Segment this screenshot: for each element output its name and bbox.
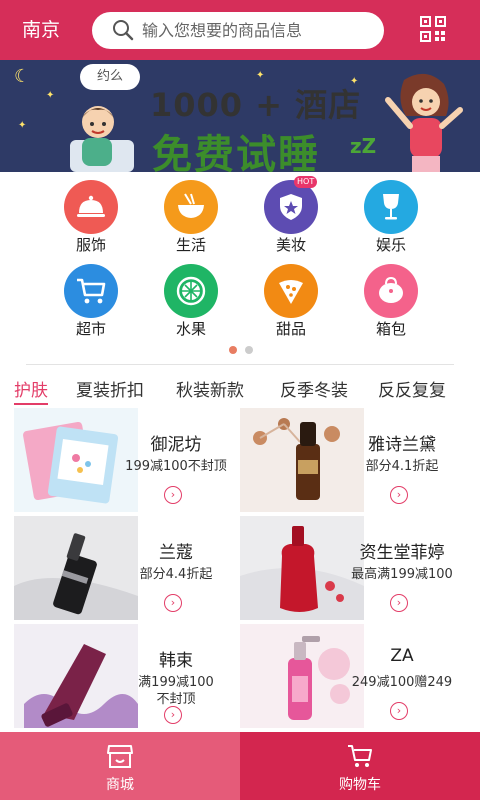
category-label: 娱乐: [375, 236, 406, 254]
category-icon-bg: [64, 264, 118, 318]
category-item-dessert[interactable]: 甜品: [246, 260, 336, 340]
star-icon: ✦: [18, 120, 27, 131]
cart-icon: [348, 745, 372, 767]
speech-bubble: 约么: [80, 64, 140, 90]
category-label: 超市: [75, 320, 106, 338]
category-icon-bg: [264, 180, 318, 234]
chevron-right-icon[interactable]: ›: [164, 486, 182, 504]
category-icon-bg: [64, 180, 118, 234]
chevron-right-icon[interactable]: ›: [164, 706, 182, 724]
category-icon-bg: [164, 264, 218, 318]
star-icon: ✦: [46, 90, 55, 101]
moon-icon: ☾: [14, 66, 31, 87]
tab-summer-discount[interactable]: 夏装折扣: [76, 376, 144, 401]
product-card[interactable]: 韩束 满199减100 不封顶 ›: [14, 624, 238, 728]
category-label: 服饰: [75, 236, 106, 254]
product-brand: 兰蔻: [159, 543, 193, 563]
section-divider: [26, 364, 454, 365]
product-card[interactable]: 资生堂菲婷 最高满199减100 ›: [240, 516, 464, 620]
category-item-entertainment[interactable]: 娱乐: [346, 176, 436, 256]
boy-illustration: [70, 106, 134, 172]
nav-cart[interactable]: 购物车: [240, 732, 480, 800]
sleep-zz-text: zZ: [350, 134, 377, 158]
product-promo: 199减100不封顶: [125, 459, 227, 474]
chevron-right-icon[interactable]: ›: [390, 486, 408, 504]
banner-headline: 1000 + 酒店: [150, 86, 362, 124]
product-tabs: 护肤 夏装折扣 秋装新款 反季冬装 反反复复: [0, 370, 480, 406]
category-icon-bg: [164, 180, 218, 234]
promo-banner[interactable]: ☾ ✦ ✦ ✦ ✦ 约么 1000 + 酒店 免费试睡 zZ: [0, 60, 480, 172]
category-item-life[interactable]: 生活: [146, 176, 236, 256]
product-brand: ZA: [390, 646, 414, 666]
search-icon: [113, 20, 134, 41]
pizza-icon: [279, 280, 303, 304]
pager-dot-active[interactable]: [229, 346, 237, 354]
category-label: 生活: [175, 236, 206, 254]
category-pager: [0, 344, 480, 354]
product-card[interactable]: ZA 249减100赠249 ›: [240, 624, 464, 728]
category-item-clothing[interactable]: 服饰: [46, 176, 136, 256]
category-label: 甜品: [275, 320, 306, 338]
cart-icon: [77, 278, 106, 304]
product-card[interactable]: 御泥坊 199减100不封顶 ›: [14, 408, 238, 512]
tab-more[interactable]: 反反复复: [378, 376, 446, 401]
tab-winter-offseason[interactable]: 反季冬装: [280, 376, 348, 401]
chevron-right-icon[interactable]: ›: [164, 594, 182, 612]
nav-label: 商城: [106, 777, 134, 793]
product-brand: 韩束: [159, 651, 193, 671]
city-selector[interactable]: 南京: [22, 16, 60, 44]
category-item-beauty[interactable]: HOT 美妆: [246, 176, 336, 256]
tab-skincare[interactable]: 护肤: [14, 376, 48, 401]
bowl-icon: [178, 193, 204, 218]
qr-code-icon[interactable]: [420, 16, 446, 42]
product-promo: 部分4.1折起: [365, 459, 439, 474]
category-icon-bg: [264, 264, 318, 318]
category-item-supermarket[interactable]: 超市: [46, 260, 136, 340]
category-item-fruit[interactable]: 水果: [146, 260, 236, 340]
product-grid: 御泥坊 199减100不封顶 › 雅诗兰黛 部分4.1折起 › 兰蔻 部分4.4…: [14, 408, 466, 732]
product-brand: 雅诗兰黛: [368, 435, 436, 455]
active-tab-indicator: [14, 403, 48, 405]
product-promo: 最高满199减100: [351, 567, 453, 582]
category-label: 箱包: [375, 320, 406, 338]
wine-glass-icon: [383, 194, 399, 220]
chevron-right-icon[interactable]: ›: [390, 594, 408, 612]
product-card[interactable]: 雅诗兰黛 部分4.1折起 ›: [240, 408, 464, 512]
top-header: 南京: [0, 0, 480, 60]
bag-icon: [379, 276, 403, 303]
nav-mall[interactable]: 商城: [0, 732, 240, 800]
cloche-icon: [77, 195, 105, 217]
category-item-bags[interactable]: 箱包: [346, 260, 436, 340]
girl-illustration: [385, 73, 463, 172]
search-input[interactable]: [142, 16, 372, 45]
product-promo: 部分4.4折起: [139, 567, 213, 582]
category-icon-bg: [364, 264, 418, 318]
hot-badge: HOT: [294, 176, 318, 188]
product-promo: 249减100赠249: [351, 675, 453, 690]
product-brand: 御泥坊: [150, 435, 202, 455]
product-promo: 满199减100 不封顶: [138, 675, 214, 707]
banner-slogan: 免费试睡: [152, 132, 320, 172]
tab-autumn-new[interactable]: 秋装新款: [176, 376, 244, 401]
category-grid: 服饰 生活 HOT 美妆 娱乐 超市 水果 甜品 箱包: [0, 176, 480, 346]
category-icon-bg: [364, 180, 418, 234]
bottom-nav: 商城 购物车: [0, 732, 480, 800]
chevron-right-icon[interactable]: ›: [390, 702, 408, 720]
nav-label: 购物车: [339, 777, 381, 793]
search-bar[interactable]: [92, 12, 384, 49]
store-icon: [107, 745, 133, 768]
product-card[interactable]: 兰蔻 部分4.4折起 ›: [14, 516, 238, 620]
shield-icon: [280, 194, 302, 220]
pager-dot[interactable]: [245, 346, 253, 354]
category-label: 水果: [175, 320, 206, 338]
lime-icon: [176, 276, 206, 306]
category-label: 美妆: [275, 236, 306, 254]
product-brand: 资生堂菲婷: [359, 543, 445, 563]
